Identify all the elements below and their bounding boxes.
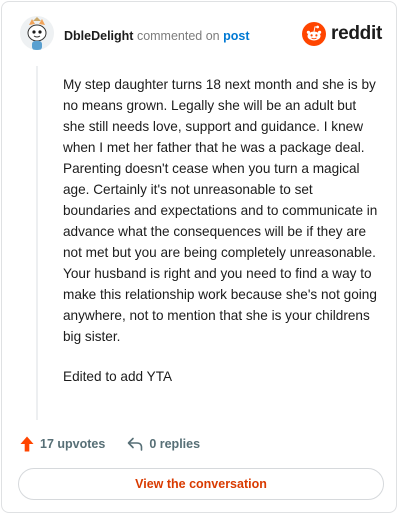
avatar[interactable] bbox=[20, 16, 54, 50]
username-link[interactable]: DbleDelight bbox=[64, 29, 133, 43]
avatar-icon bbox=[20, 16, 54, 50]
comment-card: DbleDelight commented on post reddit My … bbox=[1, 1, 397, 513]
post-link[interactable]: post bbox=[223, 29, 249, 43]
comment-body: My step daughter turns 18 next month and… bbox=[63, 74, 381, 387]
comment-paragraph: Edited to add YTA bbox=[63, 369, 173, 384]
reply-count: 0 replies bbox=[149, 437, 201, 451]
reply-arrow-icon bbox=[128, 437, 143, 451]
reply-button[interactable]: 0 replies bbox=[127, 437, 200, 451]
upvote-arrow-icon bbox=[20, 436, 34, 452]
brand-wordmark: reddit bbox=[331, 23, 382, 44]
action-text: commented on bbox=[136, 29, 220, 43]
upvote-button[interactable]: 17 upvotes bbox=[20, 436, 105, 452]
reddit-logo-icon bbox=[302, 22, 327, 46]
thread-line[interactable] bbox=[36, 66, 38, 420]
upvote-count: 17 upvotes bbox=[40, 437, 106, 451]
comment-actions: 17 upvotes 0 replies bbox=[20, 434, 200, 454]
comment-paragraph: My step daughter turns 18 next month and… bbox=[63, 77, 378, 344]
comment-header: DbleDelight commented on post reddit bbox=[20, 16, 382, 56]
view-conversation-button[interactable]: View the conversation bbox=[18, 468, 384, 500]
byline: DbleDelight commented on post bbox=[64, 28, 250, 44]
reddit-brand[interactable]: reddit bbox=[302, 21, 382, 47]
